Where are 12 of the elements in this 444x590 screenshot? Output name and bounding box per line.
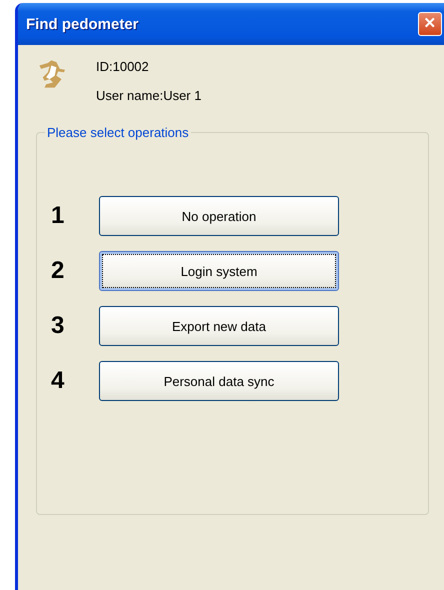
step-number: 4 bbox=[51, 367, 66, 395]
group-title: Please select operations bbox=[46, 125, 190, 140]
user-id: ID:10002 bbox=[96, 59, 150, 74]
window-title: Find pedometer bbox=[26, 16, 139, 32]
step-number: 2 bbox=[51, 257, 66, 285]
operation-button[interactable]: No operation bbox=[99, 196, 339, 236]
operation-button[interactable]: Personal data sync bbox=[99, 361, 339, 401]
user-name: User name:User 1 bbox=[96, 88, 202, 103]
operation-button[interactable]: Export new data bbox=[99, 306, 339, 346]
operation-button[interactable]: Login system bbox=[99, 251, 339, 291]
step-number: 1 bbox=[51, 202, 66, 230]
step-number: 3 bbox=[51, 312, 66, 340]
